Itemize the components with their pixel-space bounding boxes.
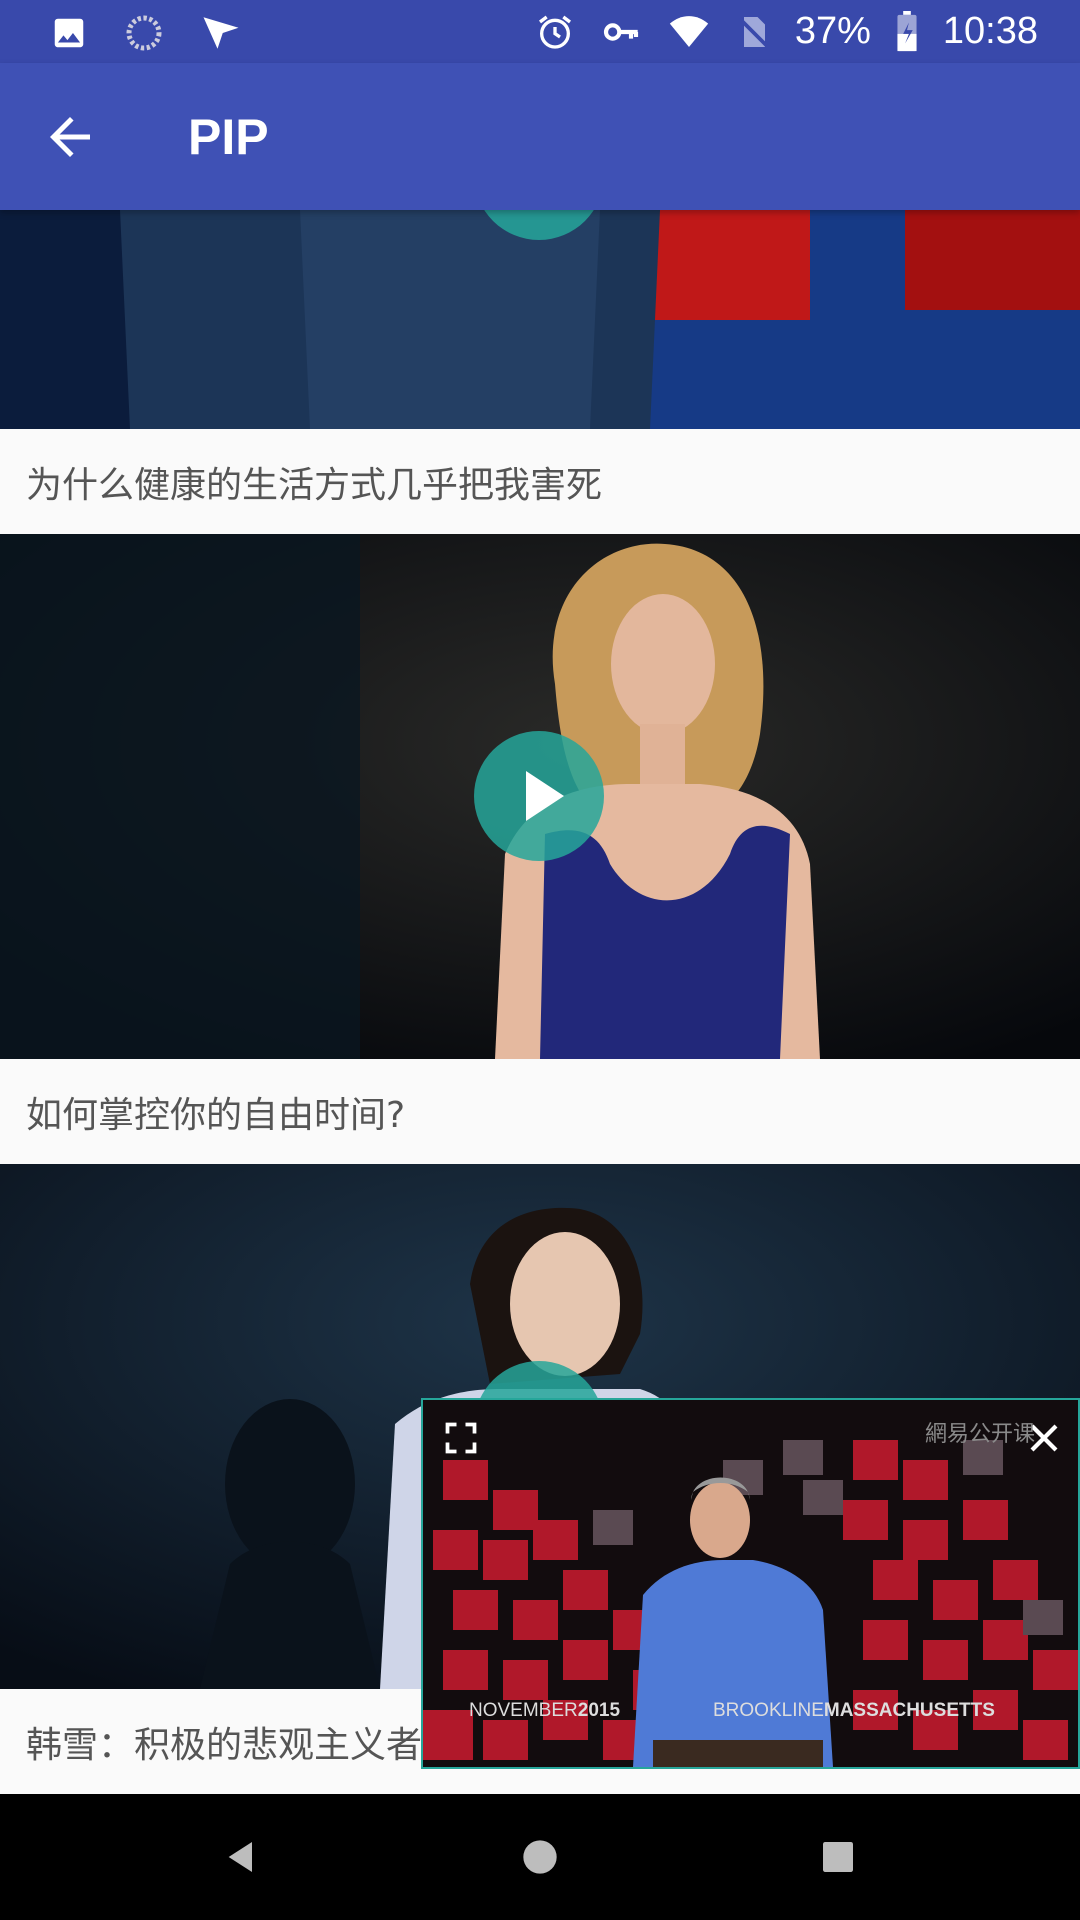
video-title: 韩雪：积极的悲观主义者 [26,1724,423,1766]
play-button[interactable] [474,731,604,861]
video-caption[interactable]: 如何掌控你的自由时间? [0,1059,1080,1164]
pip-location-city: BROOKLINE [713,1700,824,1721]
status-left-icons [50,12,242,54]
vpn-key-icon [603,22,638,41]
video-thumbnail[interactable] [0,534,1080,1059]
pip-date-year: 2015 [577,1700,621,1721]
pip-player[interactable]: 網易公开课 NOVEMBER2015 BROOKLINEMASSACHUSETT… [421,1398,1080,1769]
image-icon [54,18,84,48]
pip-date-month: NOVEMBER [469,1700,578,1721]
video-title: 为什么健康的生活方式几乎把我害死 [26,464,603,506]
nav-recents-icon[interactable] [820,1839,856,1875]
pip-date: NOVEMBER2015 [469,1700,620,1722]
send-icon [203,17,239,49]
play-icon [526,771,564,821]
battery-percent: 37% [794,10,871,52]
nav-back-icon[interactable] [222,1837,262,1877]
video-thumbnail[interactable] [0,210,1080,429]
battery-charging-icon [897,10,917,51]
pip-location: BROOKLINEMASSACHUSETTS [713,1700,995,1722]
status-right: 37% 10:38 [535,0,1038,63]
video-title: 如何掌控你的自由时间? [26,1094,406,1136]
video-caption[interactable]: 为什么健康的生活方式几乎把我害死 [0,429,1080,534]
fullscreen-icon[interactable] [443,1420,479,1456]
pip-watermark: 網易公开课 [925,1421,1036,1446]
no-sim-icon [738,16,768,47]
navigation-bar [0,1794,1080,1920]
nav-home-icon[interactable] [520,1837,560,1877]
status-bar: 37% 10:38 [0,0,1080,63]
arrow-back-icon [50,117,90,157]
wifi-icon [669,15,709,47]
back-button[interactable] [40,107,100,167]
page-title: PIP [188,109,269,165]
pip-location-state: MASSACHUSETTS [823,1700,995,1721]
sync-icon [126,15,162,51]
clock: 10:38 [942,10,1038,52]
app-bar: PIP [0,63,1080,210]
alarm-icon [538,15,571,49]
